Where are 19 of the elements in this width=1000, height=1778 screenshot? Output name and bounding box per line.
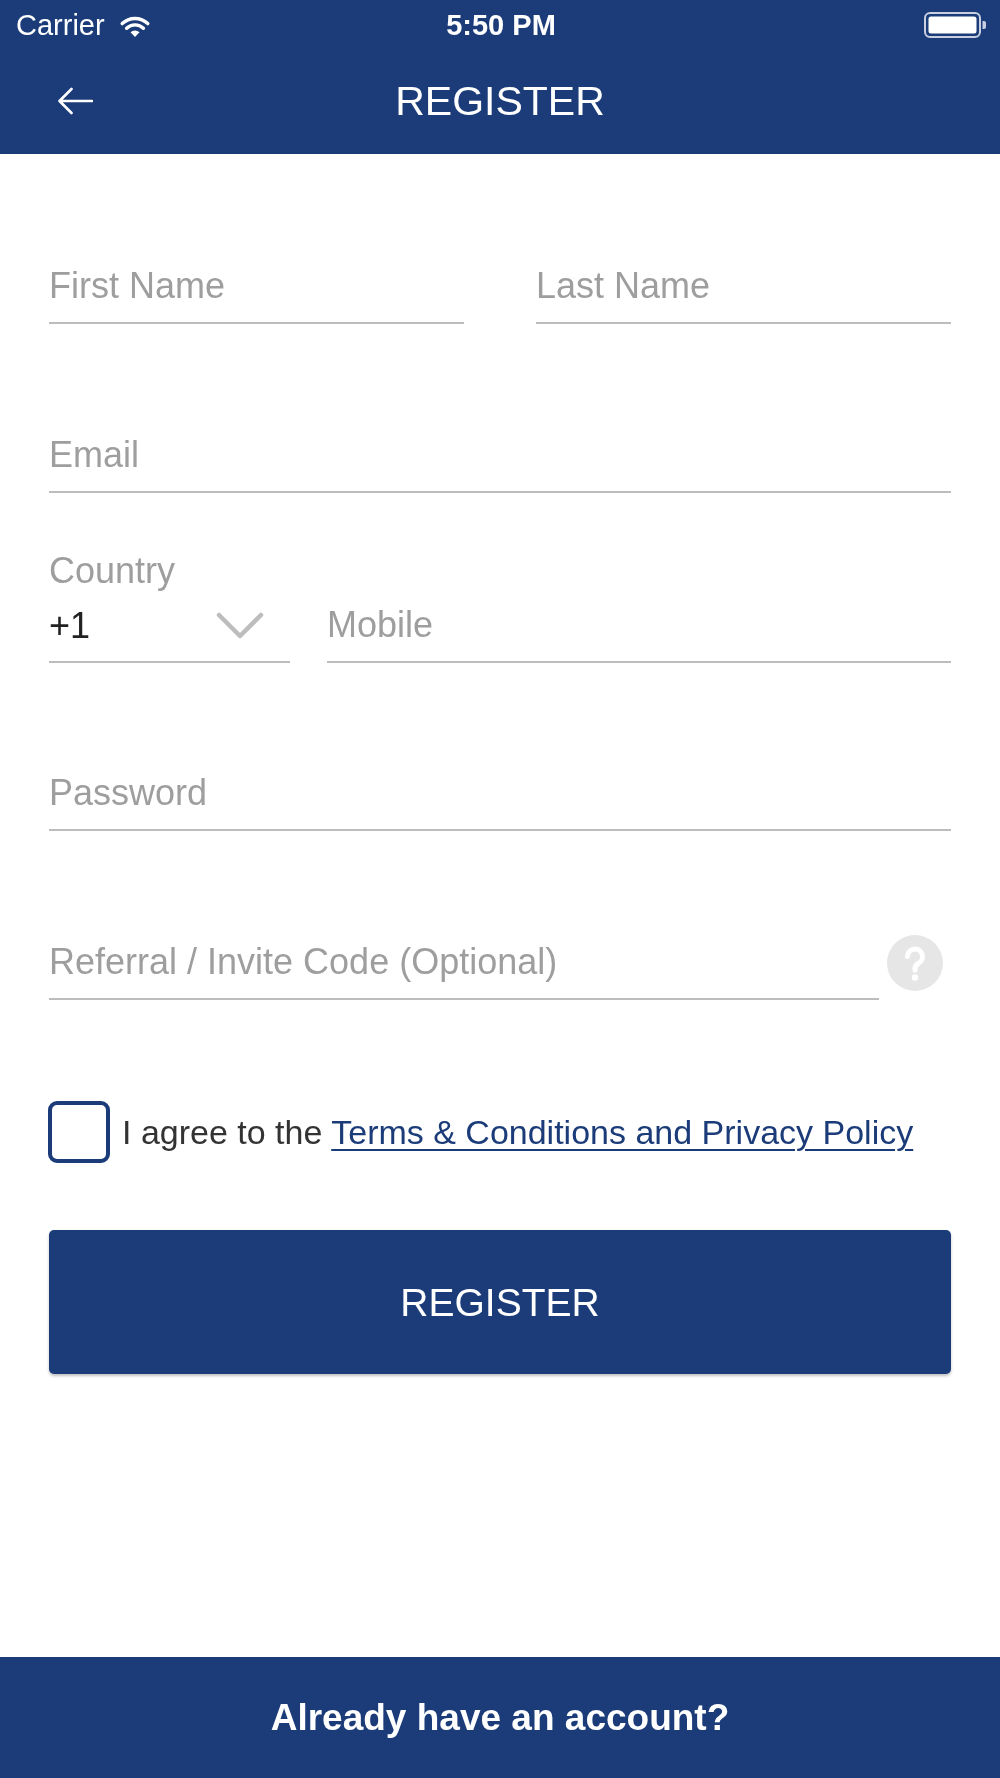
back-arrow-icon [57,87,93,115]
chevron-down-icon [216,612,264,640]
last-name-field[interactable]: Last Name [536,250,951,324]
status-time: 5:50 PM [446,10,556,40]
country-label: Country [49,551,177,591]
battery-icon [924,12,986,38]
register-button[interactable]: REGISTER [49,1230,951,1374]
agree-checkbox[interactable] [48,1101,110,1163]
first-name-field[interactable]: First Name [49,250,464,324]
page-title: REGISTER [395,80,605,122]
status-carrier: Carrier [16,10,105,40]
password-field[interactable]: Password [49,757,951,831]
agreement-text: I agree to the Terms & Conditions and Privacy Policy [122,1112,914,1153]
country-code-select[interactable]: +1 [49,591,290,663]
mobile-field[interactable]: Mobile [327,589,951,663]
sign-in-prompt-button[interactable]: Already have an account? [0,1657,1000,1778]
email-field[interactable]: Email [49,419,951,493]
referral-code-field[interactable]: Referral / Invite Code (Optional) [49,926,879,1000]
terms-link[interactable]: Terms & Conditions and Privacy Policy [331,1113,914,1151]
